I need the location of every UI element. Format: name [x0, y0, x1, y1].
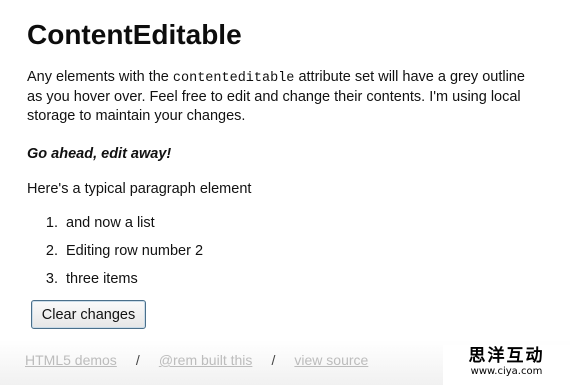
intro-paragraph[interactable]: Any elements with the contenteditable at… [27, 68, 537, 126]
list-item[interactable]: three items [62, 265, 552, 293]
typical-paragraph[interactable]: Here's a typical paragraph element [27, 180, 552, 199]
page-title: ContentEditable [27, 19, 242, 50]
html5-demos-link[interactable]: HTML5 demos [25, 352, 117, 368]
intro-text-before: Any elements with the [27, 69, 173, 85]
emphasis-text[interactable]: Go ahead, edit away! [27, 145, 552, 164]
intro-code: contenteditable [172, 71, 295, 86]
footer-separator: / [271, 352, 276, 368]
list-item[interactable]: Editing row number 2 [62, 237, 552, 265]
editable-list: and now a list Editing row number 2 thre… [27, 209, 552, 293]
view-source-link[interactable]: view source [294, 352, 368, 368]
watermark-title: 思洋互动 [468, 346, 545, 366]
footer-separator: / [135, 352, 140, 368]
watermark-logo: 思洋互动 www.ciya.com [443, 345, 570, 385]
page: ContentEditable Any elements with the co… [0, 0, 570, 385]
footer-links: HTML5 demos / @rem built this / view source [25, 352, 368, 368]
rem-built-this-link[interactable]: @rem built this [159, 352, 253, 368]
clear-changes-button[interactable]: Clear changes [31, 300, 146, 329]
watermark-url: www.ciya.com [470, 366, 543, 377]
list-item[interactable]: and now a list [62, 209, 552, 237]
main-content: ContentEditable Any elements with the co… [27, 10, 552, 293]
